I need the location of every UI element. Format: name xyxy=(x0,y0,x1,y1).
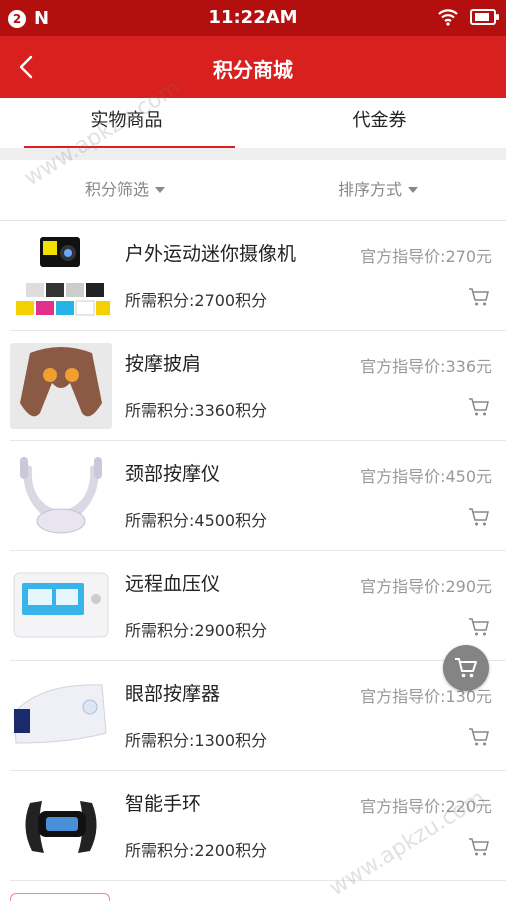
tab-vouchers[interactable]: 代金券 xyxy=(253,98,506,148)
product-name: 远程血压仪 xyxy=(125,573,221,595)
points-filter-dropdown[interactable]: 积分筛选 xyxy=(85,160,166,220)
massage-shawl-image xyxy=(10,343,112,429)
blood-pressure-monitor-image xyxy=(10,563,112,649)
floating-cart-button[interactable] xyxy=(443,645,489,691)
camera-image xyxy=(10,233,112,319)
product-price: 官方指导价:450元 xyxy=(360,467,492,486)
neck-massager-image xyxy=(10,453,112,539)
product-price: 官方指导价:290元 xyxy=(360,577,492,596)
product-item[interactable]: 颈部按摩仪 官方指导价:450元 所需积分:4500积分 xyxy=(10,441,506,551)
product-name: 颈部按摩仪 xyxy=(125,463,221,485)
product-points: 所需积分:2200积分 xyxy=(125,841,268,860)
caret-down-icon xyxy=(408,187,419,193)
product-price: 官方指导价:270元 xyxy=(360,247,492,266)
cart-icon[interactable] xyxy=(468,837,490,857)
cart-icon[interactable] xyxy=(468,397,490,417)
cart-icon xyxy=(455,658,477,678)
eye-massager-image xyxy=(10,673,112,759)
status-bar: 2 N 11:22AM xyxy=(0,0,506,36)
points-filter-label: 积分筛选 xyxy=(85,180,150,199)
product-points: 所需积分:4500积分 xyxy=(125,511,268,530)
product-points: 所需积分:1300积分 xyxy=(125,731,268,750)
cart-icon[interactable] xyxy=(468,507,490,527)
product-price: 官方指导价:336元 xyxy=(360,357,492,376)
product-item[interactable]: 按摩披肩 官方指导价:336元 所需积分:3360积分 xyxy=(10,331,506,441)
product-item[interactable]: 眼部按摩器 官方指导价:130元 所需积分:1300积分 xyxy=(10,661,506,771)
page-title: 积分商城 xyxy=(213,58,293,82)
caret-down-icon xyxy=(155,187,166,193)
product-name: 按摩披肩 xyxy=(125,353,202,375)
cart-icon[interactable] xyxy=(468,727,490,747)
product-name: 智能手环 xyxy=(125,793,202,815)
product-name: 户外运动迷你摄像机 xyxy=(125,243,297,265)
filter-bar: 积分筛选 排序方式 xyxy=(0,160,506,221)
wifi-icon xyxy=(438,9,458,26)
product-name: 眼部按摩器 xyxy=(125,683,221,705)
product-item[interactable]: 户外运动迷你摄像机 官方指导价:270元 所需积分:2700积分 xyxy=(10,221,506,331)
sort-label: 排序方式 xyxy=(338,180,403,199)
smart-band-image xyxy=(10,783,112,869)
cart-icon[interactable] xyxy=(468,287,490,307)
sort-dropdown[interactable]: 排序方式 xyxy=(338,160,419,220)
app-header: 积分商城 xyxy=(0,36,506,98)
product-list: 户外运动迷你摄像机 官方指导价:270元 所需积分:2700积分 按摩披肩 官方… xyxy=(0,221,506,881)
status-time: 11:22AM xyxy=(208,7,298,28)
product-points: 所需积分:2700积分 xyxy=(125,291,268,310)
product-points: 所需积分:3360积分 xyxy=(125,401,268,420)
product-item[interactable]: 远程血压仪 官方指导价:290元 所需积分:2900积分 xyxy=(10,551,506,661)
product-points: 所需积分:2900积分 xyxy=(125,621,268,640)
battery-icon xyxy=(470,9,499,25)
cart-icon[interactable] xyxy=(468,617,490,637)
